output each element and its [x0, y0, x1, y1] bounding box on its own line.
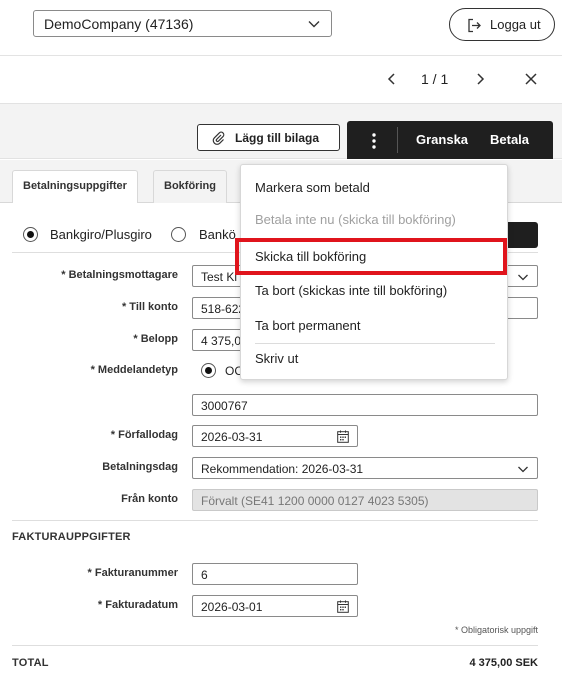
highlight-box [235, 238, 507, 275]
logout-label: Logga ut [490, 17, 541, 32]
to-account-value: 518-622 [201, 302, 246, 316]
radio-bank-account[interactable] [171, 227, 186, 242]
menu-divider [255, 343, 495, 344]
menu-item-pay-later: Betala inte nu (skicka till bokföring) [255, 212, 456, 227]
menu-item-mark-paid[interactable]: Markera som betald [255, 180, 370, 195]
recipient-label: * Betalningsmottagare [61, 269, 178, 281]
invoice-number-value: 6 [201, 568, 208, 582]
paperclip-icon [212, 131, 225, 145]
action-bar: Granska Betala [347, 121, 553, 159]
chevron-down-icon [518, 466, 528, 473]
tab-payment-details[interactable]: Betalningsuppgifter [12, 170, 138, 204]
pay-date-label: Betalningsdag [102, 461, 178, 473]
due-date-input[interactable]: 2026-03-31 [192, 425, 358, 447]
top-bar: DemoCompany (47136) Logga ut [0, 0, 562, 55]
message-input[interactable]: 3000767 [192, 394, 538, 416]
chevron-right-icon[interactable] [472, 71, 488, 87]
radio-ocr[interactable] [201, 363, 216, 378]
invoice-section-title: FAKTURAUPPGIFTER [12, 531, 131, 543]
action-bar-separator [397, 127, 398, 153]
amount-label: * Belopp [133, 333, 178, 345]
action-toolbar: Lägg till bilaga Granska Betala [0, 103, 562, 159]
pay-button[interactable]: Betala [490, 132, 529, 147]
required-note: * Obligatorisk uppgift [454, 625, 538, 635]
company-select[interactable]: DemoCompany (47136) [33, 10, 332, 37]
invoice-date-value: 2026-03-01 [201, 600, 263, 614]
chevron-down-icon [308, 21, 320, 28]
invoice-number-label: * Fakturanummer [87, 567, 178, 579]
chevron-down-icon [518, 274, 528, 281]
menu-item-remove[interactable]: Ta bort (skickas inte till bokföring) [255, 283, 447, 298]
total-value: 4 375,00 SEK [469, 657, 539, 669]
radio-bank-account-label: Bankö [199, 227, 236, 242]
pager-count: 1 / 1 [421, 71, 449, 87]
dark-button[interactable] [507, 222, 538, 248]
add-attachment-label: Lägg till bilaga [235, 131, 320, 145]
message-type-label: * Meddelandetyp [90, 364, 178, 376]
divider [12, 520, 538, 521]
menu-item-delete-permanently[interactable]: Ta bort permanent [255, 318, 361, 333]
invoice-date-input[interactable]: 2026-03-01 [192, 595, 358, 617]
more-vertical-icon[interactable] [361, 130, 387, 152]
calendar-icon[interactable] [337, 600, 349, 613]
review-button[interactable]: Granska [416, 132, 468, 147]
total-label: TOTAL [12, 657, 49, 669]
due-date-value: 2026-03-31 [201, 430, 263, 444]
from-account-input: Förvalt (SE41 1200 0000 0127 4023 5305) [192, 489, 538, 511]
from-account-label: Från konto [121, 493, 178, 505]
to-account-label: * Till konto [121, 301, 178, 313]
logout-button[interactable]: Logga ut [449, 8, 555, 41]
invoice-date-label: * Fakturadatum [97, 599, 178, 611]
radio-bankgiro-label: Bankgiro/Plusgiro [50, 227, 152, 242]
chevron-left-icon[interactable] [384, 71, 400, 87]
from-account-value: Förvalt (SE41 1200 0000 0127 4023 5305) [201, 494, 429, 508]
pay-date-select[interactable]: Rekommendation: 2026-03-31 [192, 457, 538, 479]
pager-row: 1 / 1 [0, 56, 562, 102]
menu-item-print[interactable]: Skriv ut [255, 351, 298, 366]
logout-icon [468, 18, 481, 33]
radio-bankgiro[interactable] [23, 227, 38, 242]
due-date-label: * Förfallodag [110, 429, 178, 441]
invoice-number-input[interactable]: 6 [192, 563, 358, 585]
close-icon[interactable] [523, 71, 539, 87]
pay-date-value: Rekommendation: 2026-03-31 [201, 462, 364, 476]
company-select-value: DemoCompany (47136) [44, 16, 194, 32]
recipient-value: Test Ki [201, 270, 238, 284]
calendar-icon[interactable] [337, 430, 349, 443]
divider [12, 645, 538, 646]
message-value: 3000767 [201, 399, 248, 413]
tab-bookkeeping[interactable]: Bokföring [153, 170, 227, 203]
add-attachment-button[interactable]: Lägg till bilaga [197, 124, 340, 151]
